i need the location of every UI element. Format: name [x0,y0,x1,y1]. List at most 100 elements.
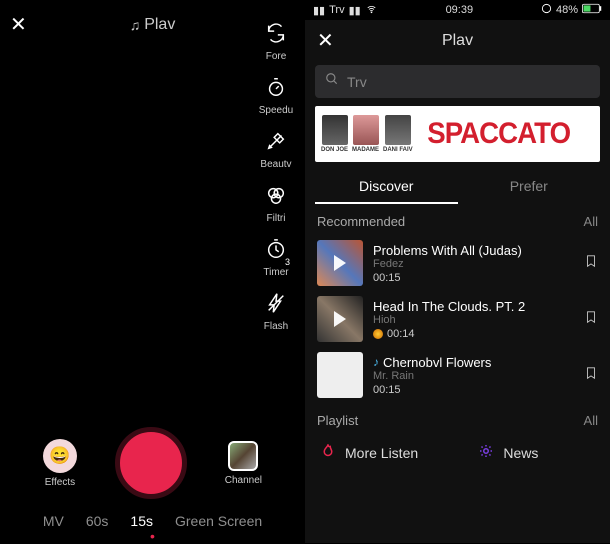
close-button[interactable]: ✕ [317,28,341,53]
flip-icon [265,22,287,49]
status-bar: ▮▮ Trv ▮▮ 09:39 48% [305,0,610,20]
music-play-button[interactable]: ♫ Plav [40,16,265,34]
song-duration: 00:15 [373,384,574,396]
playlist-header: Playlist All [305,403,610,434]
mode-15s[interactable]: 15s [130,513,153,529]
recommended-all-link[interactable]: All [584,214,598,229]
song-artist: Fedez [373,258,574,270]
bookmark-button[interactable] [584,254,598,273]
artist-name: MADAME [352,147,379,153]
song-title: Problems With All (Judas) [373,243,574,258]
song-title: Head In The Clouds. PT. 2 [373,299,574,314]
bookmark-button[interactable] [584,366,598,385]
song-row[interactable]: Head In The Clouds. PT. 2 Hioh 00:14 [305,291,610,347]
camera-sidetools: Fore Speedu Beautv Filtri 3 Timer [255,22,297,332]
playlist-all-link[interactable]: All [584,413,598,428]
tool-flash[interactable]: Flash [255,292,297,332]
play-overlay-icon [334,311,346,327]
tab-discover[interactable]: Discover [315,170,458,204]
banner-artist-2: MADAME [352,115,379,153]
tool-speed-label: Speedu [259,105,293,116]
banner-artist-3: DANI FAIV [383,115,413,153]
timer-digit: 3 [285,257,290,267]
capture-row: 😄 Effects Channel [0,427,305,507]
song-info: Problems With All (Judas) Fedez 00:15 [373,243,574,284]
battery-saver-icon [541,3,552,17]
play-overlay-icon [334,255,346,271]
mode-green-screen[interactable]: Green Screen [175,513,262,529]
timer-icon: 3 [265,238,287,265]
search-input[interactable]: Trv [315,65,600,98]
effects-icon: 😄 [43,439,77,473]
song-cover [317,352,363,398]
signal-icon-2: ▮▮ [349,4,361,17]
tool-beauty[interactable]: Beautv [255,130,297,170]
artist-name: DANI FAIV [383,147,413,153]
playlist-news[interactable]: News [477,442,596,463]
channel-label: Channel [225,475,262,486]
wifi-icon [365,4,378,17]
playlist-row: More Listen News [305,434,610,471]
tool-filters[interactable]: Filtri [255,184,297,224]
song-info: ♪Chernobvl Flowers Mr. Rain 00:15 [373,355,574,396]
search-icon [325,72,339,91]
camera-bottom: 😄 Effects Channel MV 60s 15s Green Scree… [0,427,305,543]
tab-prefer[interactable]: Prefer [458,170,601,204]
tool-flash-label: Flash [264,321,288,332]
battery-icon [582,3,602,17]
bookmark-button[interactable] [584,310,598,329]
song-info: Head In The Clouds. PT. 2 Hioh 00:14 [373,299,574,340]
promo-banner[interactable]: DON JOE MADAME DANI FAIV SPACCATO [315,106,600,162]
playlist-label: Playlist [317,413,358,428]
signal-icon: ▮▮ [313,4,325,17]
status-time: 09:39 [446,4,474,16]
record-button[interactable] [115,427,187,499]
song-row[interactable]: ♪Chernobvl Flowers Mr. Rain 00:15 [305,347,610,403]
song-cover [317,240,363,286]
mode-60s[interactable]: 60s [86,513,109,529]
music-picker-screen: ▮▮ Trv ▮▮ 09:39 48% ✕ Plav Trv [305,0,610,543]
camera-title: Plav [144,16,175,34]
recommended-label: Recommended [317,214,405,229]
sparkle-icon [477,442,495,463]
speed-icon [265,76,287,103]
banner-title: SPACCATO [427,117,570,151]
tool-filters-label: Filtri [267,213,286,224]
song-cover [317,296,363,342]
filters-icon [265,184,287,211]
playlist-more-listen[interactable]: More Listen [319,442,467,463]
effects-button[interactable]: 😄 Effects [43,439,77,488]
song-row[interactable]: Problems With All (Judas) Fedez 00:15 [305,235,610,291]
music-note-icon: ♪ [373,355,379,369]
mode-mv[interactable]: MV [43,513,64,529]
song-artist: Mr. Rain [373,370,574,382]
mode-indicator-dot: • [0,533,305,543]
playlist-label-text: More Listen [345,445,418,461]
artist-thumb [353,115,379,145]
song-duration: 00:14 [373,328,574,340]
tool-flip[interactable]: Fore [255,22,297,62]
recommended-header: Recommended All [305,204,610,235]
artist-name: DON JOE [321,147,348,153]
artist-thumb [385,115,411,145]
song-title: ♪Chernobvl Flowers [373,355,574,370]
battery-percent: 48% [556,4,578,16]
music-topbar: ✕ Plav [305,20,610,61]
song-artist: Hioh [373,314,574,326]
banner-artist-1: DON JOE [321,115,348,153]
music-tabs: Discover Prefer [315,170,600,204]
tool-flip-label: Fore [266,51,287,62]
channel-icon [228,441,258,471]
tool-beauty-label: Beautv [260,159,291,170]
carrier-label: Trv [329,4,344,16]
music-title: Plav [341,32,574,50]
tool-timer[interactable]: 3 Timer [255,238,297,278]
tool-timer-label: Timer [263,267,288,278]
song-duration: 00:15 [373,272,574,284]
music-note-icon: ♫ [130,17,141,33]
channel-button[interactable]: Channel [225,441,262,486]
hot-icon [373,329,383,339]
tool-speed[interactable]: Speedu [255,76,297,116]
search-placeholder: Trv [347,74,367,90]
close-button[interactable]: ✕ [10,12,40,37]
